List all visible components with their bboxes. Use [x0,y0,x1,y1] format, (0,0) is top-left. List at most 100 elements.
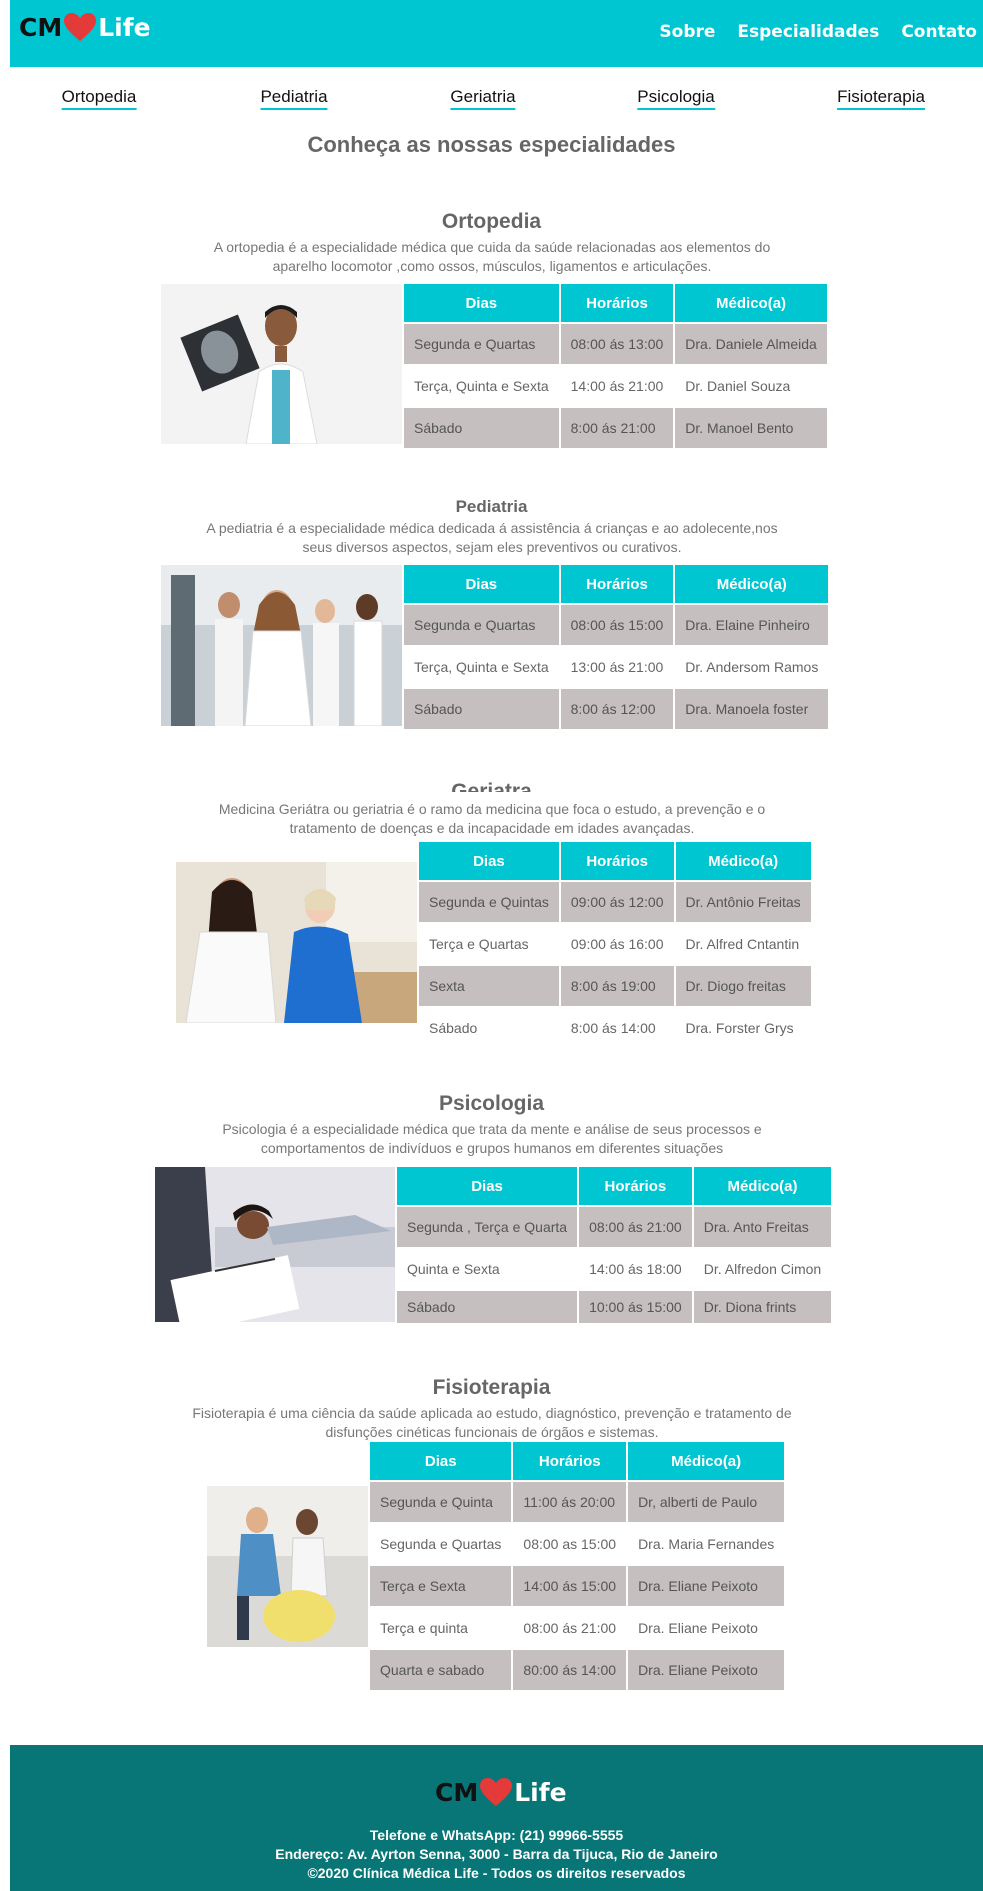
cell-medico: Dra. Anto Freitas [693,1205,832,1247]
table-row: Sábado 10:00 ás 15:00 Dr. Diona frints [397,1289,832,1323]
table-row: Segunda e Quintas 09:00 ás 12:00 Dr. Ant… [419,880,811,922]
column-header-dias: Dias [370,1442,512,1480]
cell-dias: Quinta e Sexta [397,1247,578,1289]
table-row: Segunda e Quartas 08:00 ás 15:00 Dra. El… [404,603,829,645]
footer-logo[interactable]: CM Life [435,1777,567,1807]
schedule-table: Dias Horários Médico(a) Segunda , Terça … [395,1167,833,1323]
section-title: Geriatra [451,780,532,792]
schedule-table: Dias Horários Médico(a) Segunda e Quarta… [402,284,829,448]
cell-dias: Terça e Quartas [419,922,559,964]
schedule-table: Dias Horários Médico(a) Segunda e Quinta… [417,842,813,1048]
column-header-medico: Médico(a) [675,284,827,322]
site-footer: CM Life Telefone e WhatsApp: (21) 99966-… [10,1745,983,1891]
cell-dias: Segunda e Quinta [370,1480,512,1522]
cell-medico: Dra. Elaine Pinheiro [675,603,829,645]
table-row: Terça, Quinta e Sexta 13:00 ás 21:00 Dr.… [404,645,829,687]
table-row: Segunda e Quinta 11:00 ás 20:00 Dr, albe… [370,1480,785,1522]
cell-horarios: 14:00 ás 21:00 [560,364,674,406]
column-header-medico: Médico(a) [693,1167,832,1205]
photo-team-of-doctors [161,565,402,726]
section-description: A ortopedia é a especialidade médica que… [213,239,771,274]
page-title: Conheça as nossas especialidades [307,132,676,157]
cell-horarios: 14:00 ás 15:00 [513,1564,627,1606]
section-description: Psicologia é a especialidade médica que … [222,1121,762,1156]
cell-dias: Terça, Quinta e Sexta [404,364,559,406]
cell-medico: Dra. Eliane Peixoto [628,1606,785,1648]
section-description: Medicina Geriátra ou geriatria é o ramo … [191,800,793,838]
nav-especialidades[interactable]: Especialidades [737,22,879,42]
column-header-horarios: Horários [560,565,674,603]
cell-horarios: 11:00 ás 20:00 [513,1480,627,1522]
table-row: Sexta 8:00 ás 19:00 Dr. Diogo freitas [419,964,811,1006]
column-header-horarios: Horários [560,842,674,880]
table-row: Terça e quinta 08:00 ás 21:00 Dra. Elian… [370,1606,785,1648]
logo-text-cm: CM [19,12,63,42]
cell-horarios: 8:00 ás 12:00 [560,687,674,729]
footer-address: Endereço: Av. Ayrton Senna, 3000 - Barra… [275,1846,718,1862]
photo-doctor-holding-xray [161,284,402,444]
footer-info: Telefone e WhatsApp: (21) 99966-5555 End… [10,1826,983,1883]
cell-horarios: 80:00 ás 14:00 [513,1648,627,1690]
schedule-table: Dias Horários Médico(a) Segunda e Quarta… [402,565,830,729]
cell-medico: Dr. Antônio Freitas [675,880,811,922]
cell-dias: Segunda e Quartas [370,1522,512,1564]
cell-medico: Dra. Daniele Almeida [675,322,827,364]
cell-medico: Dra. Manoela foster [675,687,829,729]
footer-phone: Telefone e WhatsApp: (21) 99966-5555 [369,1827,624,1843]
cell-medico: Dr. Alfred Cntantin [675,922,811,964]
table-row: Terça e Quartas 09:00 ás 16:00 Dr. Alfre… [419,922,811,964]
cell-dias: Terça e Sexta [370,1564,512,1606]
table-row: Quarta e sabado 80:00 ás 14:00 Dra. Elia… [370,1648,785,1690]
cell-dias: Sábado [419,1006,559,1048]
section-description: Fisioterapia é uma ciência da saúde apli… [192,1405,792,1440]
cell-horarios: 08:00 ás 21:00 [513,1606,627,1648]
table-row: Sábado 8:00 ás 21:00 Dr. Manoel Bento [404,406,827,448]
column-header-medico: Médico(a) [675,842,811,880]
table-header-row: Dias Horários Médico(a) [419,842,811,880]
category-link-pediatria[interactable]: Pediatria [260,87,328,110]
column-header-dias: Dias [404,565,559,603]
column-header-horarios: Horários [560,284,674,322]
logo-text-life: Life [98,12,151,42]
photo-physiotherapy-ball [207,1486,368,1647]
cell-dias: Segunda e Quartas [404,603,559,645]
cell-horarios: 08:00 ás 15:00 [560,603,674,645]
cell-medico: Dra. Maria Fernandes [628,1522,785,1564]
cell-medico: Dr. Manoel Bento [675,406,827,448]
category-link-geriatria[interactable]: Geriatria [450,87,516,110]
nav-sobre[interactable]: Sobre [659,22,715,42]
section-description: A pediatria é a especialidade médica ded… [206,520,778,555]
column-header-dias: Dias [419,842,559,880]
cell-horarios: 09:00 ás 16:00 [560,922,674,964]
cell-dias: Sábado [404,406,559,448]
cell-dias: Terça, Quinta e Sexta [404,645,559,687]
cell-medico: Dr. Andersom Ramos [675,645,829,687]
column-header-dias: Dias [397,1167,578,1205]
photo-doctor-with-elderly-woman [176,862,417,1023]
specialty-navigation: Ortopedia Pediatria Geriatria Psicologia… [0,87,983,113]
cell-medico: Dra. Eliane Peixoto [628,1564,785,1606]
cell-dias: Terça e quinta [370,1606,512,1648]
category-link-ortopedia[interactable]: Ortopedia [61,87,137,110]
category-link-psicologia[interactable]: Psicologia [637,87,715,110]
category-link-fisioterapia[interactable]: Fisioterapia [837,87,925,110]
column-header-medico: Médico(a) [675,565,829,603]
cell-horarios: 8:00 ás 19:00 [560,964,674,1006]
heart-icon [64,13,97,41]
column-header-dias: Dias [404,284,559,322]
table-row: Terça e Sexta 14:00 ás 15:00 Dra. Eliane… [370,1564,785,1606]
section-title: Psicologia [438,1092,545,1115]
nav-contato[interactable]: Contato [901,22,977,42]
table-row: Terça, Quinta e Sexta 14:00 ás 21:00 Dr.… [404,364,827,406]
table-row: Sábado 8:00 ás 12:00 Dra. Manoela foster [404,687,829,729]
table-row: Segunda e Quartas 08:00 as 15:00 Dra. Ma… [370,1522,785,1564]
cell-medico: Dr. Alfredon Cimon [693,1247,832,1289]
logo-text-life: Life [514,1777,567,1807]
table-row: Segunda , Terça e Quarta 08:00 ás 21:00 … [397,1205,832,1247]
column-header-horarios: Horários [579,1167,692,1205]
table-header-row: Dias Horários Médico(a) [397,1167,832,1205]
cell-dias: Quarta e sabado [370,1648,512,1690]
site-logo[interactable]: CM Life [19,12,151,42]
cell-horarios: 08:00 ás 13:00 [560,322,674,364]
column-header-horarios: Horários [513,1442,627,1480]
